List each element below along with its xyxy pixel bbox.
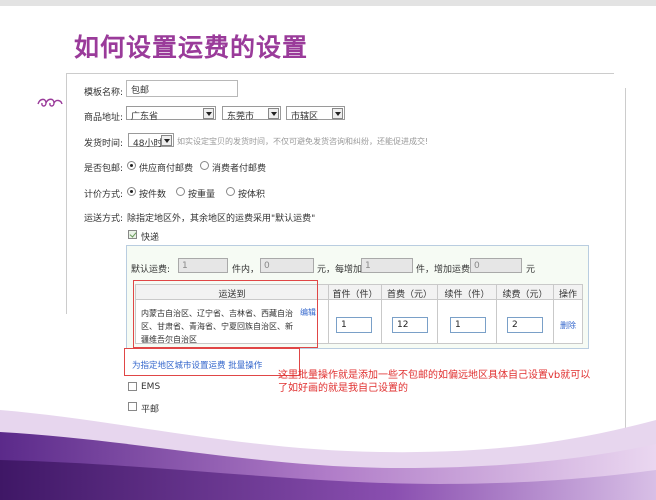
chevron-down-icon (268, 108, 279, 119)
pricing-option-weight: 按重量 (188, 190, 216, 200)
ship-time-hint: 如实设定宝贝的发货时间，不仅可避免发货咨询和纠纷，还能促进成交! (177, 137, 429, 146)
pricing-option-volume: 按体积 (238, 190, 266, 200)
th-action: 操作 (558, 290, 577, 300)
first-item-input[interactable]: 1 (336, 317, 372, 333)
th-extra-item: 续件（件） (444, 290, 490, 300)
default-unit-d: 元 (526, 265, 536, 275)
frame-line-top (66, 73, 614, 74)
batch-setting-link[interactable]: 为指定地区城市设置运费 批量操作 (132, 359, 262, 371)
pricing-option-count: 按件数 (139, 190, 167, 200)
city-select[interactable]: 东莞市 (222, 106, 281, 122)
default-unit-c: 件，增加运费 (416, 265, 471, 275)
pricing-label: 计价方式: (84, 190, 124, 200)
district-select[interactable]: 市辖区 (286, 106, 345, 122)
extra-fee-input[interactable]: 2 (507, 317, 543, 333)
template-name-input[interactable]: 包邮 (126, 80, 238, 97)
top-gray-band (0, 0, 656, 6)
ems-label: EMS (141, 382, 161, 392)
chevron-down-icon (332, 108, 343, 119)
extra-item-input[interactable]: 1 (450, 317, 486, 333)
default-first-item-input[interactable]: 1 (178, 258, 228, 273)
city-value: 东莞市 (227, 112, 255, 122)
template-name-label: 模板名称: (84, 88, 124, 98)
th-first-fee: 首费（元） (386, 290, 432, 300)
free-ship-label: 是否包邮: (84, 164, 124, 174)
default-add-fee-input[interactable]: 0 (470, 258, 522, 273)
shipping-label: 运送方式: (84, 214, 124, 224)
pricing-radio-count[interactable] (127, 187, 136, 196)
th-extra-fee: 续费（元） (502, 290, 548, 300)
default-add-item-input[interactable]: 1 (361, 258, 413, 273)
default-unit-b: 元，每增加 (317, 265, 363, 275)
highlight-region-box (133, 280, 318, 348)
free-ship-option-supplier: 供应商付邮费 (139, 164, 194, 174)
shipping-hint: 除指定地区外，其余地区的运费采用"默认运费" (127, 214, 316, 224)
free-ship-option-consumer: 消费者付邮费 (212, 164, 267, 174)
free-ship-radio-consumer[interactable] (200, 161, 209, 170)
free-ship-radio-supplier[interactable] (127, 161, 136, 170)
default-unit-a: 件内， (232, 265, 260, 275)
surface-mail-label: 平邮 (141, 405, 160, 415)
province-select[interactable]: 广东省 (126, 106, 216, 122)
swirl-ornament-icon (37, 98, 63, 107)
first-fee-input[interactable]: 12 (392, 317, 428, 333)
district-value: 市辖区 (291, 112, 319, 122)
province-value: 广东省 (131, 112, 159, 122)
ship-time-label: 发货时间: (84, 139, 124, 149)
ship-time-select[interactable]: 48小时 (128, 133, 174, 149)
th-first-item: 首件（件） (332, 290, 378, 300)
pricing-radio-volume[interactable] (226, 187, 235, 196)
annotation-note: 这里批量操作就是添加一些不包邮的如偏远地区具体自己设置vb就可以了如好画的就是我… (278, 370, 591, 394)
chevron-down-icon (203, 108, 214, 119)
purple-wave-decoration (0, 410, 656, 500)
default-fee-label: 默认运费: (131, 265, 171, 275)
default-first-fee-input[interactable]: 0 (260, 258, 314, 273)
chevron-down-icon (161, 135, 172, 146)
template-name-value: 包邮 (131, 86, 150, 96)
slide-title: 如何设置运费的设置 (74, 33, 309, 62)
pricing-radio-weight[interactable] (176, 187, 185, 196)
frame-line-left (66, 74, 67, 314)
express-label: 快递 (141, 233, 160, 243)
address-label: 商品地址: (84, 113, 124, 123)
ems-checkbox[interactable] (128, 382, 137, 391)
ship-time-value: 48小时 (133, 139, 163, 149)
express-checkbox[interactable] (128, 230, 137, 239)
delete-row-link[interactable]: 删除 (560, 320, 576, 331)
surface-mail-checkbox[interactable] (128, 402, 137, 411)
